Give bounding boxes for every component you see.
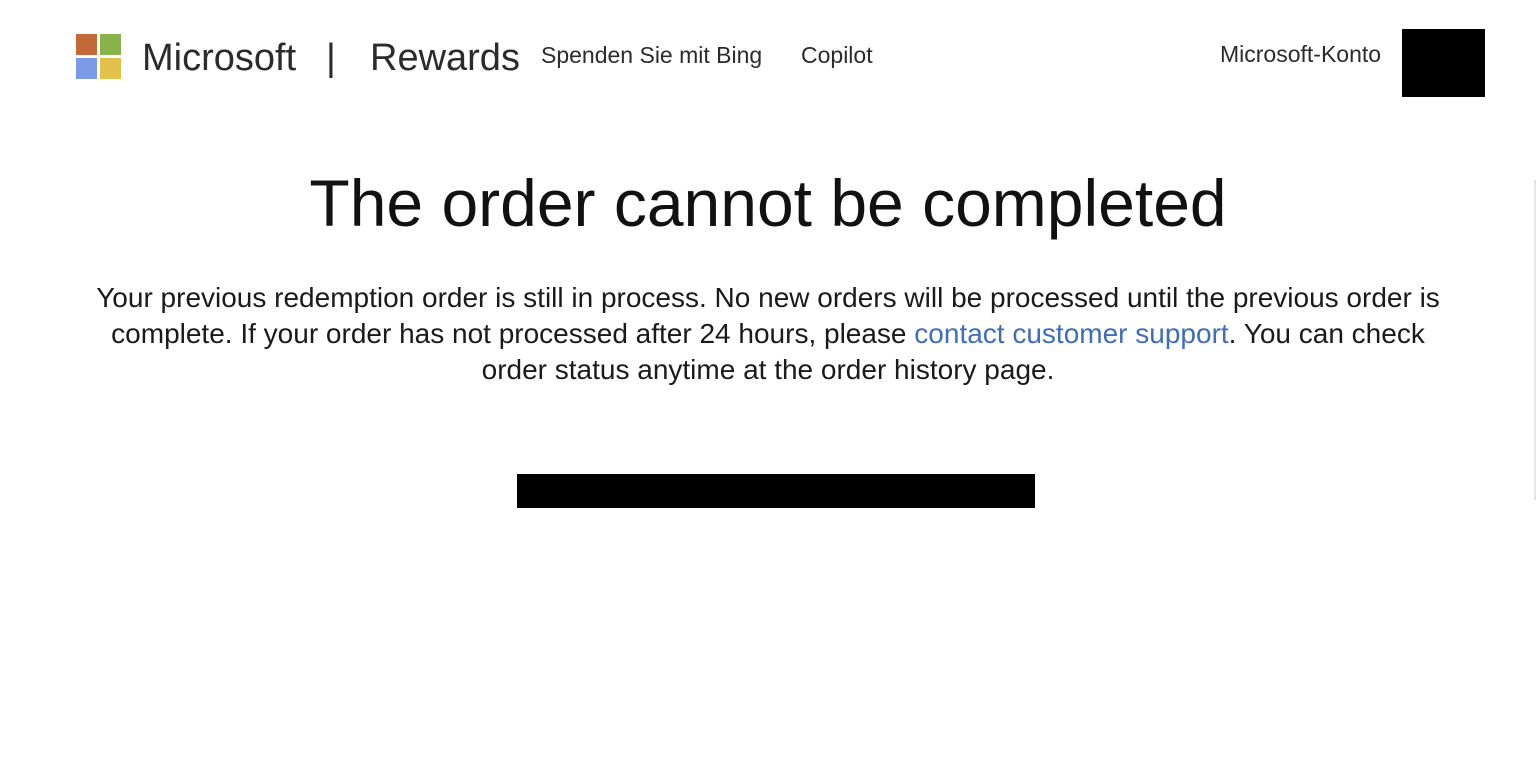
logo-square-blue <box>76 58 97 79</box>
error-message: Your previous redemption order is still … <box>78 280 1458 388</box>
page-title: The order cannot be completed <box>309 166 1227 240</box>
brand-separator: | <box>326 37 336 79</box>
nav-link-copilot[interactable]: Copilot <box>801 40 873 70</box>
microsoft-logo-icon[interactable] <box>76 34 122 80</box>
avatar[interactable] <box>1402 29 1485 97</box>
logo-square-yellow <box>100 58 121 79</box>
site-header: Microsoft | Rewards Spenden Sie mit Bing… <box>0 0 1536 110</box>
brand-name[interactable]: Microsoft <box>142 34 296 82</box>
logo-square-red <box>76 34 97 55</box>
account-link[interactable]: Microsoft-Konto <box>1220 39 1381 69</box>
product-name[interactable]: Rewards <box>370 34 520 82</box>
nav-link-spenden-bing[interactable]: Spenden Sie mit Bing <box>541 40 762 70</box>
contact-support-link[interactable]: contact customer support <box>914 318 1228 349</box>
redacted-action-button[interactable] <box>517 474 1035 508</box>
rewards-page: Microsoft | Rewards Spenden Sie mit Bing… <box>0 0 1536 782</box>
logo-square-green <box>100 34 121 55</box>
